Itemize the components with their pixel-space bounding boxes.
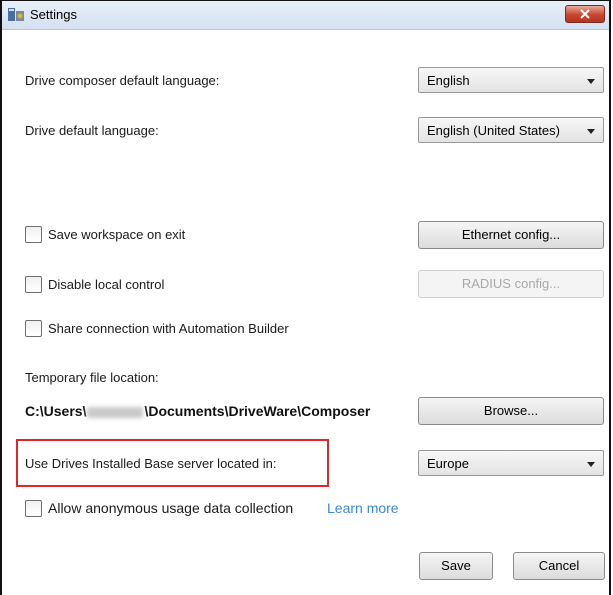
disable-local-control-checkbox[interactable] [25, 276, 42, 293]
path-prefix: C:\Users\ [25, 403, 87, 419]
anonymous-usage-checkbox[interactable] [25, 500, 42, 517]
chevron-down-icon [587, 462, 595, 467]
server-location-value: Europe [427, 456, 469, 471]
temp-location-path: C:\Users\ \Documents\DriveWare\Composer [25, 403, 370, 419]
share-connection-label: Share connection with Automation Builder [48, 321, 289, 336]
composer-language-label: Drive composer default language: [25, 73, 220, 88]
save-workspace-label: Save workspace on exit [48, 227, 186, 242]
chevron-down-icon [587, 79, 595, 84]
path-suffix: \Documents\DriveWare\Composer [144, 403, 371, 419]
settings-app-icon [8, 7, 25, 22]
cancel-button[interactable]: Cancel [513, 552, 605, 580]
radius-config-button[interactable]: RADIUS config... [418, 270, 604, 298]
save-workspace-checkbox[interactable] [25, 226, 42, 243]
drive-language-label: Drive default language: [25, 123, 159, 138]
ethernet-config-button[interactable]: Ethernet config... [418, 221, 604, 249]
redacted-username [87, 406, 144, 418]
temp-location-label: Temporary file location: [25, 370, 159, 385]
browse-button[interactable]: Browse... [418, 397, 604, 425]
drive-language-select[interactable]: English (United States) [418, 117, 604, 143]
composer-language-value: English [427, 73, 470, 88]
settings-dialog: Settings Drive composer default language… [0, 0, 611, 595]
save-button[interactable]: Save [419, 552, 493, 580]
title-bar: Settings [2, 1, 609, 30]
server-location-select[interactable]: Europe [418, 450, 604, 476]
composer-language-select[interactable]: English [418, 67, 604, 93]
share-connection-checkbox[interactable] [25, 320, 42, 337]
anonymous-usage-label: Allow anonymous usage data collection [48, 500, 294, 516]
chevron-down-icon [587, 129, 595, 134]
drive-language-value: English (United States) [427, 123, 560, 138]
window-title: Settings [30, 7, 77, 22]
close-button[interactable] [565, 5, 605, 23]
learn-more-link[interactable]: Learn more [327, 500, 399, 516]
server-location-label: Use Drives Installed Base server located… [25, 456, 277, 471]
disable-local-control-label: Disable local control [48, 277, 165, 292]
close-x-icon [580, 9, 590, 19]
